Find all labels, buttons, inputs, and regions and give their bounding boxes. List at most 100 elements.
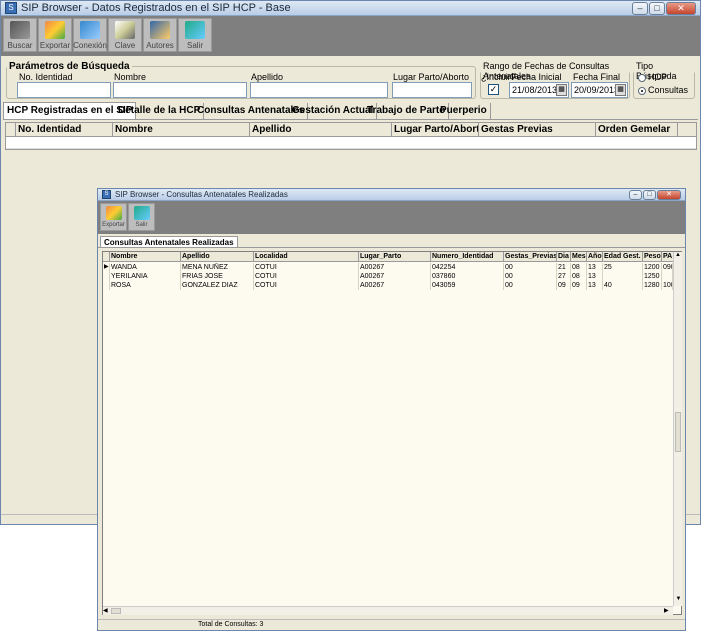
horizontal-scrollbar[interactable]: ◀ ▶ (103, 606, 673, 615)
table-cell[interactable]: COTUI (254, 263, 359, 272)
col-dia[interactable]: Dia (557, 252, 571, 262)
exportar-button[interactable]: Exportar (38, 18, 72, 52)
table-row[interactable]: YERILANIA FRIAS JOSE COTUI A00267 037860 00 27… (103, 272, 673, 281)
table-cell[interactable]: 09 (557, 281, 571, 290)
table-cell[interactable]: YERILANIA (110, 272, 181, 281)
row-selector[interactable] (103, 281, 110, 290)
start-date-input[interactable]: 21/08/2013 ▦ (509, 82, 569, 98)
salir-button[interactable]: Salir (178, 18, 212, 52)
nombre-input[interactable] (113, 82, 247, 98)
table-cell[interactable]: 27 (557, 272, 571, 281)
hscroll-thumb[interactable] (111, 608, 121, 614)
col-orden-gemelar[interactable]: Orden Gemelar (596, 123, 678, 137)
table-cell[interactable]: 09 (571, 281, 587, 290)
table-cell[interactable]: 1280 (643, 281, 662, 290)
table-cell[interactable]: 13 (587, 281, 603, 290)
table-cell[interactable]: 08 (571, 263, 587, 272)
scroll-thumb[interactable] (675, 412, 681, 452)
scroll-right-icon[interactable]: ▶ (664, 607, 669, 614)
col-numero-identidad[interactable]: Numero_Identidad (431, 252, 504, 262)
table-cell[interactable]: 037860 (431, 272, 504, 281)
col-lugar-parto[interactable]: Lugar Parto/Aborto (392, 123, 479, 137)
table-cell[interactable]: 090 (662, 263, 673, 272)
table-cell[interactable]: FRIAS JOSE (181, 272, 254, 281)
calendar-icon[interactable]: ▦ (615, 84, 626, 96)
tab-puerperio[interactable]: Puerperio (437, 103, 491, 120)
row-selector[interactable] (103, 272, 110, 281)
clave-button[interactable]: Clave (108, 18, 142, 52)
calendar-icon[interactable]: ▦ (556, 84, 567, 96)
child-titlebar[interactable]: S SIP Browser - Consultas Antenatales Re… (98, 189, 685, 201)
child-close-button[interactable]: ✕ (657, 189, 681, 200)
lugar-parto-input[interactable] (392, 82, 472, 98)
col-ano[interactable]: Año (587, 252, 603, 262)
table-cell[interactable] (662, 272, 673, 281)
radio-consultas[interactable]: Consultas (638, 85, 688, 95)
col-edad-gest[interactable]: Edad Gest. (603, 252, 643, 262)
row-selector[interactable]: ▶ (103, 263, 110, 272)
table-row[interactable]: ROSA GONZALEZ DIAZ COTUI A00267 043059 00 09 09… (103, 281, 673, 290)
table-cell[interactable]: 13 (587, 272, 603, 281)
table-cell[interactable]: 25 (603, 263, 643, 272)
table-cell[interactable]: 100 (662, 281, 673, 290)
col-lugar-parto[interactable]: Lugar_Parto (359, 252, 431, 262)
child-salir-button[interactable]: Salir (128, 203, 155, 231)
table-cell[interactable]: 08 (571, 272, 587, 281)
minimize-button[interactable]: – (632, 1, 648, 15)
include-checkbox[interactable]: ✓ (488, 84, 499, 95)
scroll-up-icon[interactable]: ▲ (674, 252, 682, 261)
col-apellido[interactable]: Apellido (181, 252, 254, 262)
tab-detalle-hcp[interactable]: Detalle de la HCP (115, 103, 205, 120)
child-exportar-button[interactable]: Exportar (100, 203, 127, 231)
identidad-input[interactable] (17, 82, 111, 98)
table-cell[interactable]: 00 (504, 281, 557, 290)
table-cell[interactable]: MENA NUÑEZ (181, 263, 254, 272)
col-mes[interactable]: Mes (571, 252, 587, 262)
main-titlebar[interactable]: S SIP Browser - Datos Registrados en el … (1, 1, 700, 16)
end-date-input[interactable]: 20/09/2013 ▦ (571, 82, 628, 98)
table-cell[interactable]: 043059 (431, 281, 504, 290)
table-cell[interactable]: 21 (557, 263, 571, 272)
vertical-scrollbar[interactable]: ▲ ▼ (673, 252, 682, 606)
autores-button[interactable]: Autores (143, 18, 177, 52)
table-cell[interactable]: 00 (504, 272, 557, 281)
col-pa[interactable]: PA (662, 252, 673, 262)
col-peso[interactable]: Peso (643, 252, 662, 262)
col-nombre[interactable]: Nombre (113, 123, 250, 137)
table-cell[interactable]: 13 (587, 263, 603, 272)
scroll-down-icon[interactable]: ▼ (674, 596, 683, 602)
table-cell[interactable]: ROSA (110, 281, 181, 290)
col-nombre[interactable]: Nombre (110, 252, 181, 262)
hcp-grid[interactable]: No. Identidad Nombre Apellido Lugar Part… (5, 122, 697, 150)
maximize-button[interactable]: □ (649, 1, 665, 15)
table-cell[interactable]: 00 (504, 263, 557, 272)
apellido-input[interactable] (250, 82, 388, 98)
conexion-button[interactable]: Conexión (73, 18, 107, 52)
table-cell[interactable]: A00267 (359, 272, 431, 281)
child-minimize-button[interactable]: – (629, 189, 642, 200)
radio-hcp[interactable]: HCP (638, 72, 667, 82)
col-localidad[interactable]: Localidad (254, 252, 359, 262)
table-cell[interactable]: COTUI (254, 272, 359, 281)
table-cell[interactable]: 1200 (643, 263, 662, 272)
table-cell[interactable]: 042254 (431, 263, 504, 272)
col-gestas-previas[interactable]: Gestas_Previas (504, 252, 557, 262)
table-cell[interactable]: COTUI (254, 281, 359, 290)
col-apellido[interactable]: Apellido (250, 123, 392, 137)
col-gestas-previas[interactable]: Gestas Previas (479, 123, 596, 137)
table-row[interactable]: ▶ WANDA MENA NUÑEZ COTUI A00267 042254 00 21 08 1… (103, 263, 673, 272)
table-cell[interactable]: WANDA (110, 263, 181, 272)
col-no-identidad[interactable]: No. Identidad (16, 123, 113, 137)
consultas-grid[interactable]: Nombre Apellido Localidad Lugar_Parto Nu… (102, 251, 682, 615)
buscar-button[interactable]: Buscar (3, 18, 37, 52)
child-maximize-button[interactable]: □ (643, 189, 656, 200)
table-row[interactable] (6, 137, 696, 149)
scroll-left-icon[interactable]: ◀ (103, 607, 108, 614)
close-button[interactable]: ✕ (666, 1, 696, 15)
table-cell[interactable]: A00267 (359, 263, 431, 272)
table-cell[interactable]: 1250 (643, 272, 662, 281)
table-cell[interactable]: GONZALEZ DIAZ (181, 281, 254, 290)
table-cell[interactable] (603, 272, 643, 281)
table-cell[interactable]: 40 (603, 281, 643, 290)
table-cell[interactable]: A00267 (359, 281, 431, 290)
